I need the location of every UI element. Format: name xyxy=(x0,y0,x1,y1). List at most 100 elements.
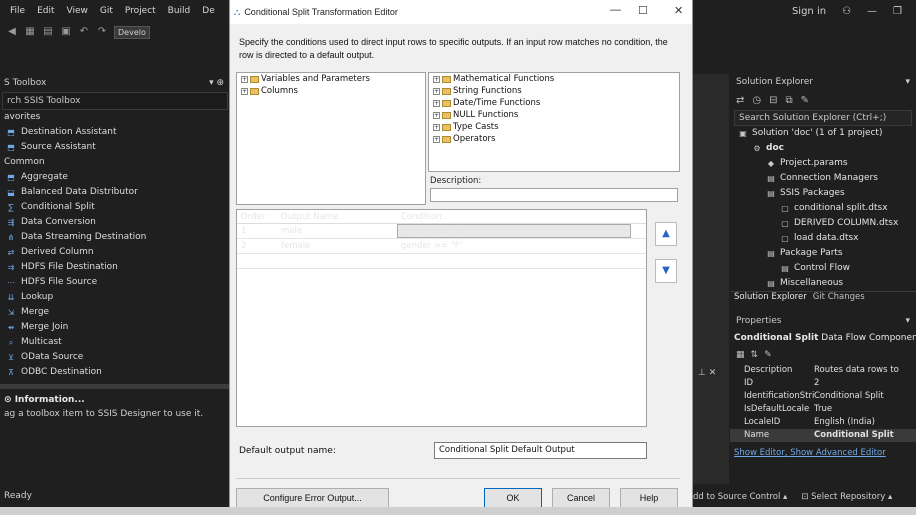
toolbox-item-common[interactable]: ⇲ Merge xyxy=(0,305,230,320)
toolbox-item-favorite[interactable]: ⬒ Source Assistant xyxy=(0,140,230,155)
expand-icon[interactable]: + xyxy=(433,99,440,107)
toolbox-item-common[interactable]: ∑ Conditional Split xyxy=(0,200,230,215)
property-pages-icon[interactable]: ✎ xyxy=(764,350,772,360)
tree-node[interactable]: + Type Casts xyxy=(429,121,679,133)
properties-wrench-icon[interactable]: ✎ xyxy=(801,95,809,106)
menu-item-2[interactable]: View xyxy=(67,6,88,16)
redo-icon[interactable]: ↷ xyxy=(96,26,108,38)
toolbox-item-common[interactable]: ⇶ Data Conversion xyxy=(0,215,230,230)
save-icon[interactable]: ▣ xyxy=(60,26,72,38)
expand-icon[interactable]: + xyxy=(241,75,248,83)
tree-node[interactable]: + Operators xyxy=(429,133,679,145)
toolbox-item-favorite[interactable]: ⬒ Destination Assistant xyxy=(0,125,230,140)
solution-node[interactable]: ⚙ doc xyxy=(730,141,916,156)
grid-new-row[interactable] xyxy=(237,254,646,269)
property-value[interactable]: Conditional Split xyxy=(814,390,916,403)
window-restore-icon[interactable]: ❐ xyxy=(893,6,902,17)
menu-item-3[interactable]: Git xyxy=(100,6,113,16)
toolbox-item-common[interactable]: ⬒ Aggregate xyxy=(0,170,230,185)
toolbox-group-favorites[interactable]: avorites xyxy=(0,110,230,125)
solution-node[interactable]: ▢ conditional split.dtsx xyxy=(730,201,916,216)
solution-node[interactable]: ▢ DERIVED COLUMN.dtsx xyxy=(730,216,916,231)
col-order[interactable]: Order xyxy=(237,210,277,223)
sign-in-link[interactable]: Sign in xyxy=(792,6,826,17)
cancel-button[interactable]: Cancel xyxy=(552,488,610,508)
close-icon[interactable]: ✕ xyxy=(674,4,683,17)
back-icon[interactable]: ◀ xyxy=(6,26,18,38)
tree-node[interactable]: + Columns xyxy=(237,85,425,97)
tree-node[interactable]: + Mathematical Functions xyxy=(429,73,679,85)
tree-node[interactable]: + String Functions xyxy=(429,85,679,97)
panel-pin-icon[interactable]: ▾ xyxy=(905,77,910,87)
cell-output-name[interactable]: male xyxy=(277,224,397,238)
expand-icon[interactable]: + xyxy=(433,123,440,131)
solution-node[interactable]: ▣ Solution 'doc' (1 of 1 project) xyxy=(730,126,916,141)
property-row[interactable]: Description Routes data rows to xyxy=(730,364,916,377)
property-row[interactable]: Name Conditional Split xyxy=(730,429,916,442)
expand-icon[interactable]: + xyxy=(433,87,440,95)
collapse-icon[interactable]: ⊟ xyxy=(769,95,777,106)
solution-node[interactable]: ▤ Package Parts xyxy=(730,246,916,261)
table-row[interactable]: 1 male gender == "M" xyxy=(237,224,646,239)
property-value[interactable]: English (India) xyxy=(814,416,916,429)
maximize-icon[interactable]: ☐ xyxy=(638,4,648,17)
select-repository-button[interactable]: ⊡ Select Repository ▴ xyxy=(801,492,892,502)
ok-button[interactable]: OK xyxy=(484,488,542,508)
sync-icon[interactable]: ⇄ xyxy=(736,95,744,106)
open-icon[interactable]: ▤ xyxy=(42,26,54,38)
toolbox-group-common[interactable]: Common xyxy=(0,155,230,170)
expand-icon[interactable]: + xyxy=(433,135,440,143)
property-value[interactable]: 2 xyxy=(814,377,916,390)
toolbox-splitter[interactable] xyxy=(0,384,230,389)
show-all-icon[interactable]: ⧉ xyxy=(786,95,793,106)
cell-condition[interactable]: gender == "F" xyxy=(397,239,631,253)
toolbox-item-common[interactable]: ⇊ Lookup xyxy=(0,290,230,305)
cell-order[interactable]: 1 xyxy=(237,224,277,238)
show-advanced-editor-link[interactable]: Show Advanced Editor xyxy=(790,448,885,458)
property-row[interactable]: ID 2 xyxy=(730,377,916,390)
categorized-icon[interactable]: ▦ xyxy=(736,350,745,360)
toolbox-item-common[interactable]: ⋔ Data Streaming Destination xyxy=(0,230,230,245)
tree-node[interactable]: + NULL Functions xyxy=(429,109,679,121)
toolbox-item-common[interactable]: ⇄ Derived Column xyxy=(0,245,230,260)
default-output-input[interactable]: Conditional Split Default Output xyxy=(434,442,647,459)
toolbox-item-common[interactable]: ⌕ Multicast xyxy=(0,335,230,350)
menu-item-5[interactable]: Build xyxy=(168,6,191,16)
solution-node[interactable]: ▤ Miscellaneous xyxy=(730,276,916,291)
new-item-icon[interactable]: ▦ xyxy=(24,26,36,38)
property-value[interactable]: Conditional Split xyxy=(814,429,916,442)
tree-node[interactable]: + Variables and Parameters xyxy=(237,73,425,85)
property-value[interactable]: Routes data rows to xyxy=(814,364,916,377)
solution-node[interactable]: ▤ SSIS Packages xyxy=(730,186,916,201)
solution-node[interactable]: ▤ Control Flow xyxy=(730,261,916,276)
toolbox-item-common[interactable]: ⇴ Merge Join xyxy=(0,320,230,335)
undo-icon[interactable]: ↶ xyxy=(78,26,90,38)
property-row[interactable]: LocaleID English (India) xyxy=(730,416,916,429)
menu-item-1[interactable]: Edit xyxy=(37,6,54,16)
col-output-name[interactable]: Output Name xyxy=(277,210,397,223)
toolbox-item-common[interactable]: ⊻ OData Source xyxy=(0,350,230,365)
col-condition[interactable]: Condition xyxy=(397,210,631,223)
properties-pin-icon[interactable]: ▾ xyxy=(905,316,910,326)
conditions-grid[interactable]: Order Output Name Condition 1 male gender … xyxy=(236,209,647,427)
properties-object-selector[interactable]: Conditional Split Data Flow Component xyxy=(730,330,916,346)
menu-item-4[interactable]: Project xyxy=(125,6,156,16)
toolbox-item-common[interactable]: ⇉ HDFS File Destination xyxy=(0,260,230,275)
solution-search-input[interactable]: Search Solution Explorer (Ctrl+;) xyxy=(734,110,912,126)
solution-node[interactable]: ▢ load data.dtsx xyxy=(730,231,916,246)
account-icon[interactable]: ⚇ xyxy=(842,6,851,17)
functions-tree[interactable]: + Mathematical Functions + String Functions… xyxy=(428,72,680,172)
variables-columns-tree[interactable]: + Variables and Parameters + Columns xyxy=(236,72,426,205)
table-row[interactable]: 2 female gender == "F" xyxy=(237,239,646,254)
window-minimize-icon[interactable]: — xyxy=(867,6,877,17)
property-value[interactable]: True xyxy=(814,403,916,416)
expand-icon[interactable]: + xyxy=(433,75,440,83)
cell-output-name[interactable]: female xyxy=(277,239,397,253)
tab-git-changes[interactable]: Git Changes xyxy=(813,292,865,306)
alphabetical-icon[interactable]: ⇅ xyxy=(751,350,759,360)
configure-error-output-button[interactable]: Configure Error Output... xyxy=(236,488,389,508)
pane-pin-close-icon[interactable]: ⊥ ✕ xyxy=(698,368,716,378)
toolbox-search-input[interactable]: rch SSIS Toolbox xyxy=(2,92,228,110)
tab-solution-explorer[interactable]: Solution Explorer xyxy=(734,292,807,306)
solution-node[interactable]: ◆ Project.params xyxy=(730,156,916,171)
